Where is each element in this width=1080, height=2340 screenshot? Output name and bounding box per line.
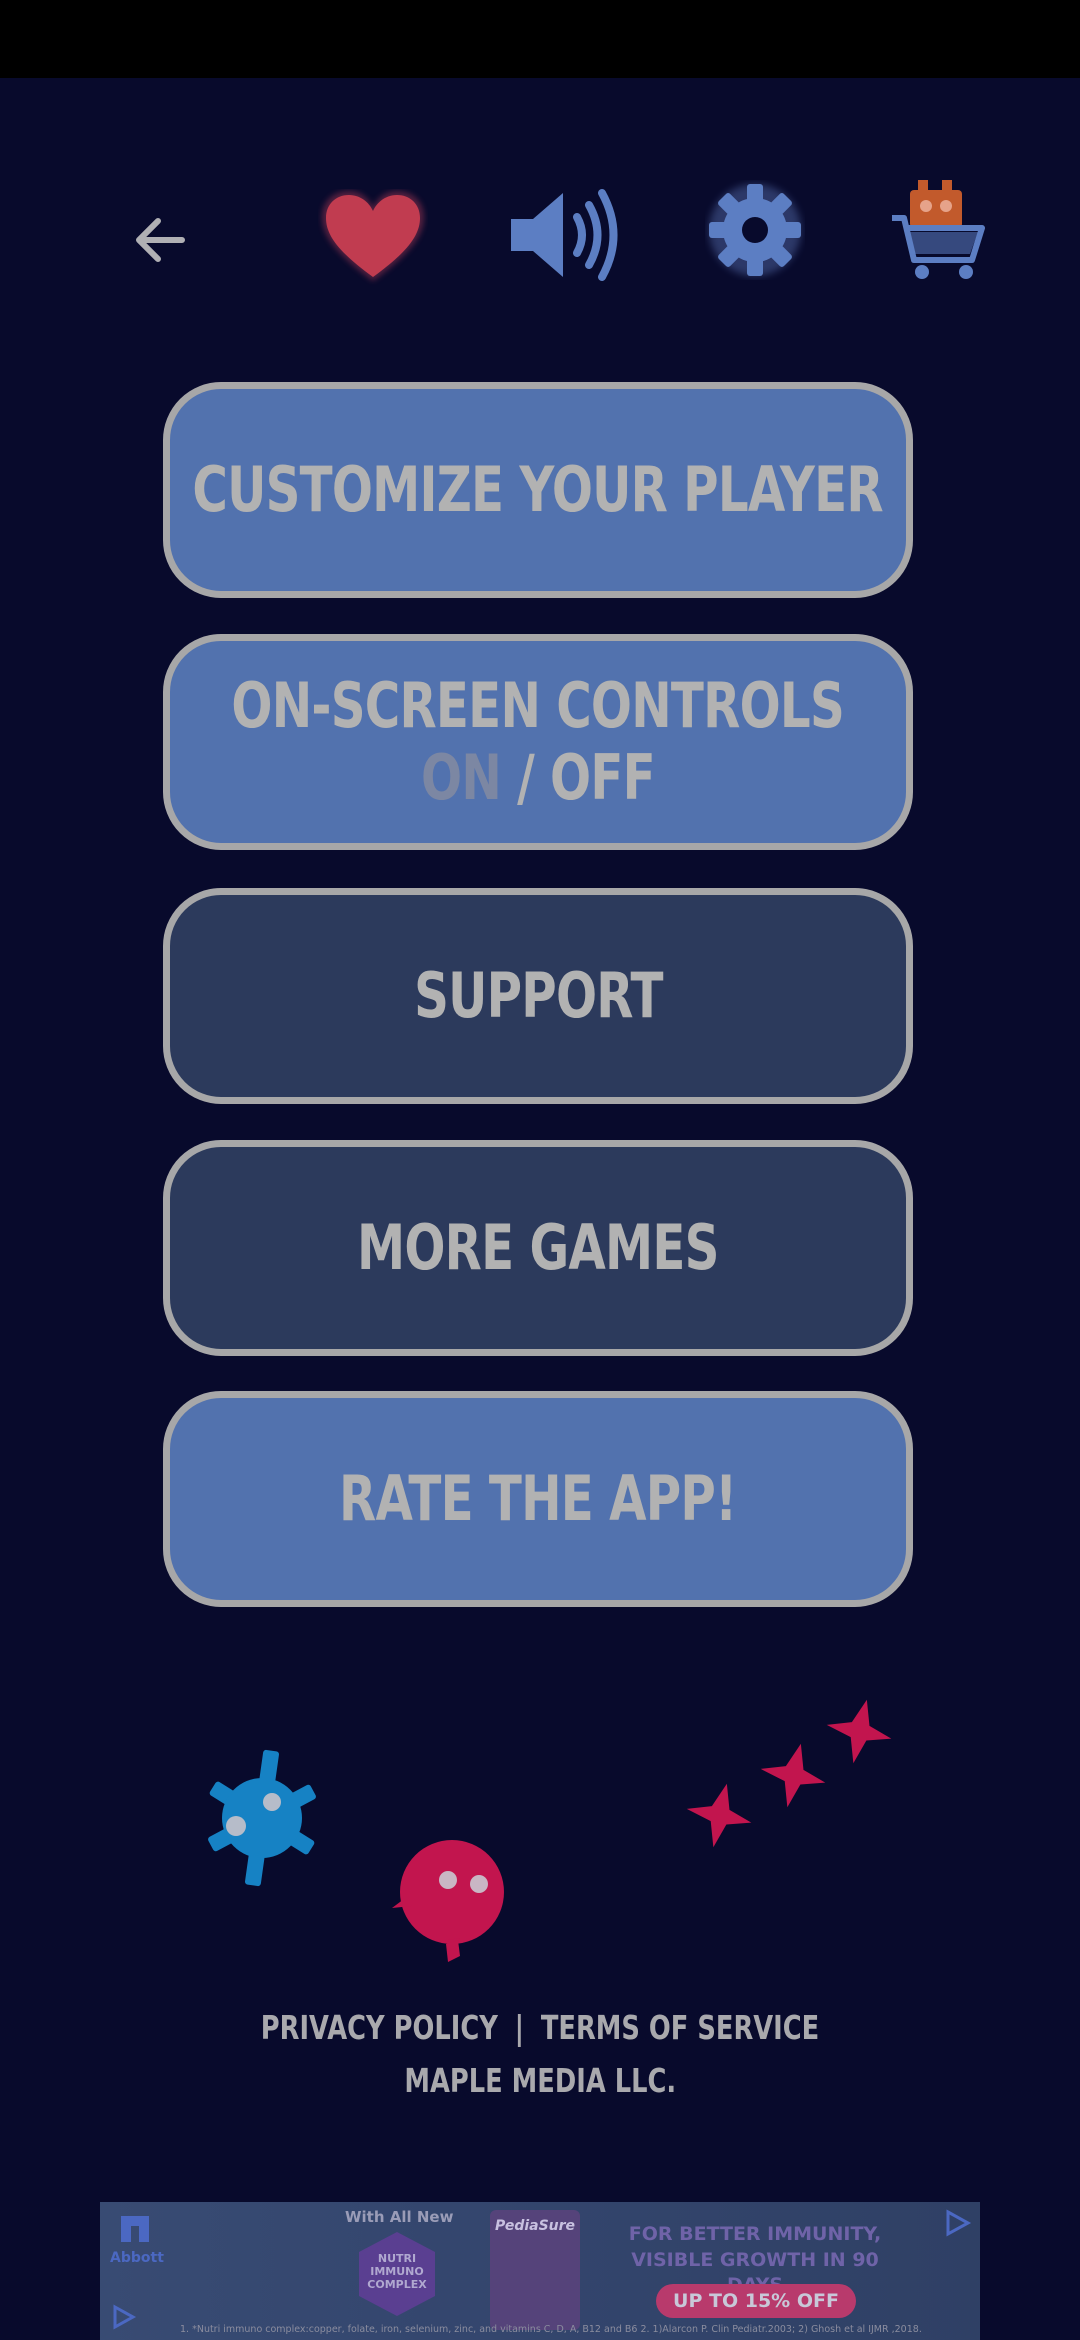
- controls-off-option[interactable]: OFF: [550, 741, 656, 814]
- decorative-creatures: [208, 1699, 892, 1962]
- ad-hex-text: NUTRI IMMUNO COMPLEX: [367, 2252, 427, 2292]
- controls-on-option[interactable]: ON: [421, 741, 502, 814]
- onscreen-controls-toggle[interactable]: ON-SCREEN CONTROLS ON / OFF: [163, 634, 913, 850]
- footer-separator: |: [514, 2008, 525, 2047]
- company-name: MAPLE MEDIA LLC.: [404, 2061, 676, 2100]
- rate-app-label: RATE THE APP!: [339, 1461, 737, 1535]
- abbott-logo-icon: [121, 2216, 149, 2242]
- ad-banner[interactable]: Abbott With All New NUTRI IMMUNO COMPLEX…: [100, 2202, 980, 2340]
- gear-icon: [709, 184, 801, 276]
- support-button[interactable]: SUPPORT: [163, 888, 913, 1104]
- support-label: SUPPORT: [413, 958, 663, 1032]
- heart-icon: [322, 191, 424, 281]
- ad-brand-name: Abbott: [110, 2250, 164, 2266]
- ad-product-name: PediaSure: [494, 2218, 576, 2234]
- status-bar: [0, 0, 1080, 78]
- ad-offer-badge[interactable]: UP TO 15% OFF: [656, 2284, 856, 2318]
- ad-headline-line1: FOR BETTER IMMUNITY,: [628, 2223, 882, 2245]
- rate-app-button[interactable]: RATE THE APP!: [163, 1391, 913, 1607]
- ad-play-icon[interactable]: [108, 2302, 138, 2332]
- sound-toggle-button[interactable]: [505, 180, 625, 290]
- ad-with-all-new: With All New: [345, 2208, 454, 2226]
- customize-player-label: CUSTOMIZE YOUR PLAYER: [192, 452, 884, 526]
- ad-product-image: PediaSure: [490, 2210, 580, 2330]
- legal-links: PRIVACY POLICY | TERMS OF SERVICE: [261, 2008, 819, 2047]
- pink-monster-icon: [392, 1840, 504, 1962]
- ad-fine-print: 1. *Nutri immuno complex:copper, folate,…: [180, 2324, 922, 2335]
- ad-choices-icon[interactable]: [940, 2206, 974, 2240]
- arrow-left-icon: [136, 218, 185, 262]
- shop-button[interactable]: [890, 174, 990, 284]
- privacy-policy-link[interactable]: PRIVACY POLICY: [261, 2008, 498, 2047]
- shopping-cart-icon: [892, 180, 985, 279]
- back-button[interactable]: [120, 200, 200, 280]
- favorite-button[interactable]: [318, 184, 428, 294]
- blue-monster-icon: [208, 1749, 316, 1887]
- controls-toggle-state: ON / OFF: [421, 741, 656, 814]
- ad-nutri-hex: NUTRI IMMUNO COMPLEX: [355, 2230, 439, 2318]
- controls-separator: /: [501, 741, 551, 814]
- speaker-icon: [511, 189, 618, 281]
- terms-of-service-link[interactable]: TERMS OF SERVICE: [541, 2008, 819, 2047]
- settings-button[interactable]: [705, 180, 805, 280]
- onscreen-controls-label: ON-SCREEN CONTROLS: [231, 668, 845, 742]
- pink-stars-icon: [686, 1699, 892, 1848]
- ad-brand-logo: Abbott: [110, 2212, 164, 2272]
- top-toolbar: [0, 160, 1080, 320]
- more-games-label: MORE GAMES: [357, 1210, 719, 1284]
- more-games-button[interactable]: MORE GAMES: [163, 1140, 913, 1356]
- footer: PRIVACY POLICY | TERMS OF SERVICE MAPLE …: [0, 2008, 1080, 2100]
- customize-player-button[interactable]: CUSTOMIZE YOUR PLAYER: [163, 382, 913, 598]
